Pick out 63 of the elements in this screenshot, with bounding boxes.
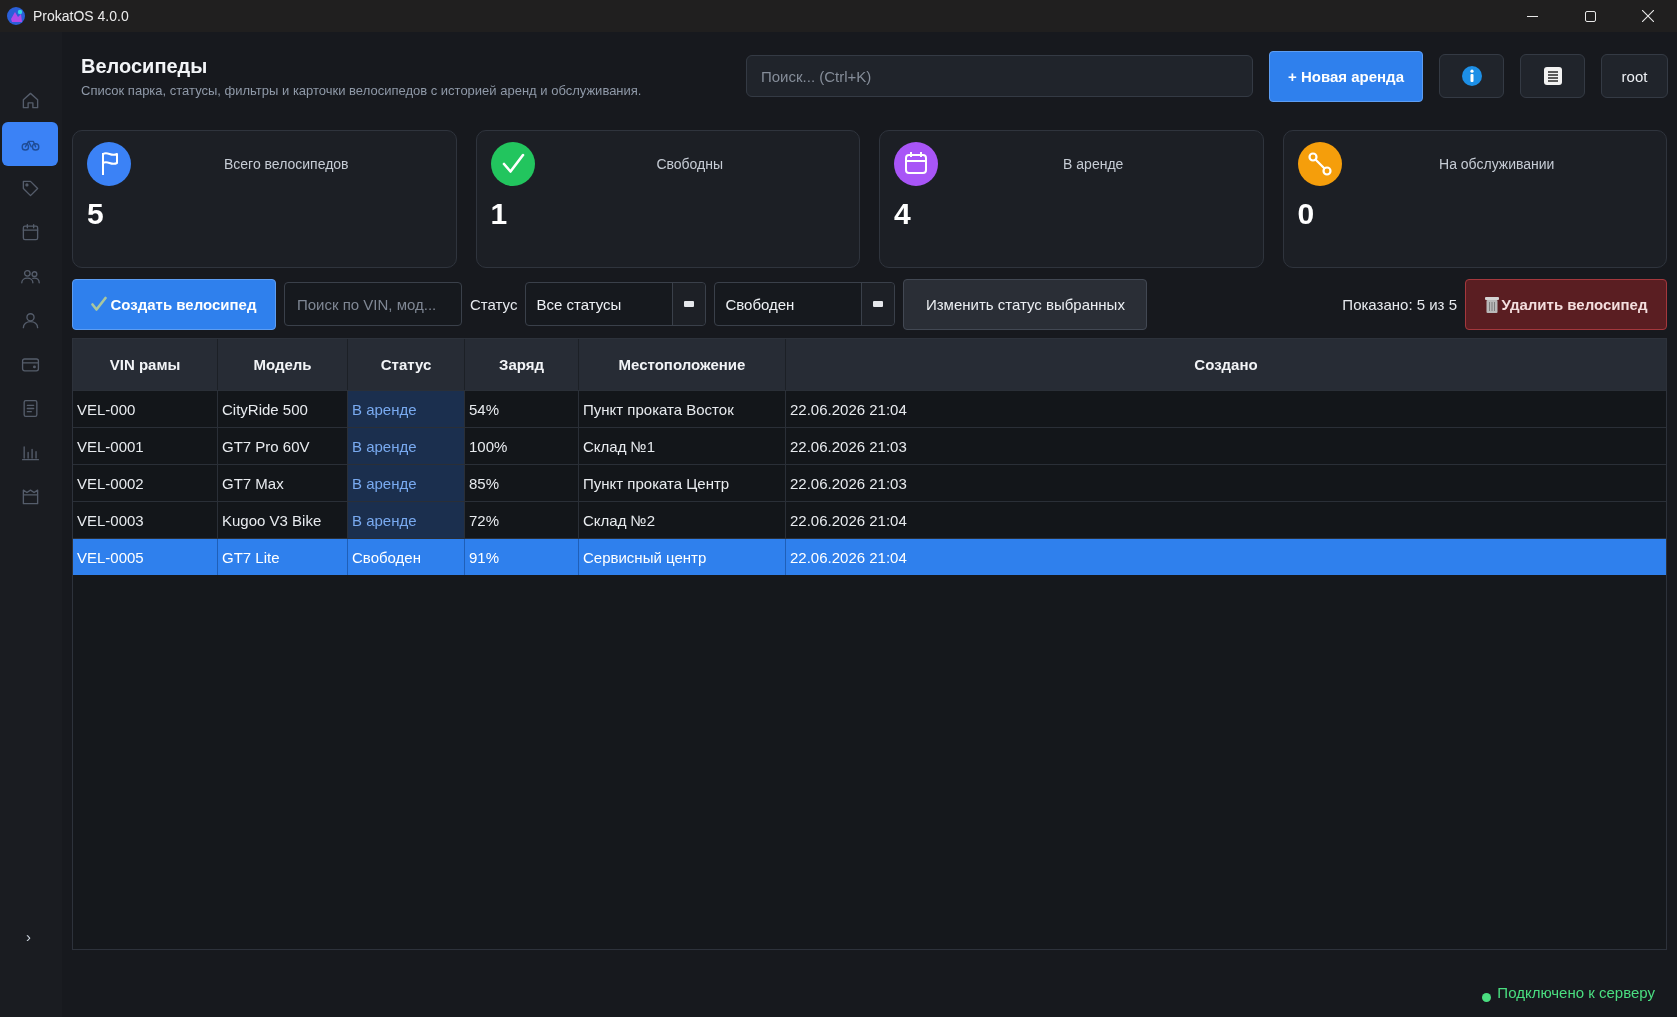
- tag-icon: [20, 178, 40, 198]
- column-header[interactable]: VIN рамы: [73, 339, 218, 390]
- dropdown-button[interactable]: [672, 283, 706, 325]
- table-row[interactable]: VEL-0002 GT7 Max В аренде 85% Пункт проката Центр 22.06.2026 21:03: [73, 464, 1666, 501]
- create-bike-button[interactable]: Создать велосипед: [72, 278, 276, 330]
- column-header[interactable]: Модель: [218, 339, 348, 390]
- bar-icon: [684, 301, 695, 307]
- crown-icon: [20, 486, 40, 506]
- stat-value: 1: [490, 196, 509, 232]
- change-status-button[interactable]: Изменить статус выбранных: [903, 278, 1148, 330]
- status-cell: В аренде: [348, 428, 465, 464]
- connection-status: Подключено к серверу: [1497, 984, 1655, 1002]
- checkmark-icon: [91, 296, 108, 312]
- stat-label: В аренде: [1062, 156, 1125, 172]
- bar-icon: [873, 301, 884, 307]
- stat-label: Всего велосипедов: [222, 156, 350, 172]
- table-row[interactable]: VEL-0001 GT7 Pro 60V В аренде 100% Склад №1 22.06.2026 21:03: [73, 427, 1666, 464]
- home-icon: [20, 90, 40, 110]
- page-title: Велосипеды: [81, 53, 209, 78]
- column-header[interactable]: Заряд: [465, 339, 579, 390]
- table-row[interactable]: VEL-000 CityRide 500 В аренде 54% Пункт проката Восток 22.06.2026 21:04: [73, 390, 1666, 427]
- column-header[interactable]: Создано: [786, 339, 1666, 390]
- table-cell-text: 22.06.2026 21:03: [789, 436, 908, 457]
- stat-value: 5: [87, 196, 105, 232]
- stat-value: 0: [1297, 196, 1316, 232]
- stat-label: На обслуживании: [1438, 156, 1556, 172]
- maximize-icon: [1584, 10, 1596, 22]
- info-icon: [1461, 66, 1482, 86]
- document-icon: [20, 398, 40, 418]
- sidebar-item[interactable]: [2, 122, 58, 166]
- notes-button[interactable]: [1520, 54, 1585, 98]
- table-cell-text: 22.06.2026 21:03: [789, 473, 908, 494]
- stat-value: 4: [894, 196, 912, 232]
- user-button[interactable]: root: [1601, 54, 1668, 98]
- info-button[interactable]: [1439, 54, 1504, 98]
- trash-icon: [1484, 295, 1499, 313]
- status-label: Статус: [470, 295, 518, 313]
- search-field[interactable]: Поиск... (Ctrl+K): [746, 55, 1253, 97]
- collapse-toggle[interactable]: ›: [24, 927, 33, 947]
- app-logo-icon: [7, 7, 25, 25]
- table-cell-text: 22.06.2026 21:04: [789, 399, 908, 420]
- status-filter-select[interactable]: Все статусы: [525, 282, 707, 326]
- page-subtitle: Список парка, статусы, фильтры и карточки велосипедов с историей аренд и обслуживания.: [81, 82, 643, 99]
- user-icon: [20, 310, 40, 330]
- table-cell-text: 22.06.2026 21:04: [789, 510, 908, 531]
- table-row[interactable]: VEL-0003 Kugoo V3 Bike В аренде 72% Склад №2 22.06.2026 21:04: [73, 501, 1666, 538]
- close-icon: [1642, 10, 1654, 22]
- column-header[interactable]: Статус: [348, 339, 465, 390]
- column-header[interactable]: Местоположение: [579, 339, 786, 390]
- new-rental-button[interactable]: + Новая аренда: [1269, 50, 1423, 102]
- window-title: ProkatOS 4.0.0: [33, 8, 129, 24]
- new-status-select[interactable]: Свободен: [714, 282, 896, 326]
- minimize-icon: [1526, 15, 1538, 17]
- notes-icon: [1543, 67, 1562, 85]
- status-cell: В аренде: [348, 391, 465, 427]
- shown-count: Показано: 5 из 5: [1342, 295, 1457, 313]
- calendar-icon: [20, 222, 40, 242]
- delete-bike-button[interactable]: Удалить велосипед: [1465, 278, 1667, 330]
- dropdown-button[interactable]: [861, 283, 895, 325]
- status-cell: В аренде: [348, 465, 465, 501]
- stat-label: Свободны: [655, 156, 725, 172]
- status-cell: В аренде: [348, 502, 465, 538]
- search-field[interactable]: Поиск по VIN, мод...: [284, 282, 462, 326]
